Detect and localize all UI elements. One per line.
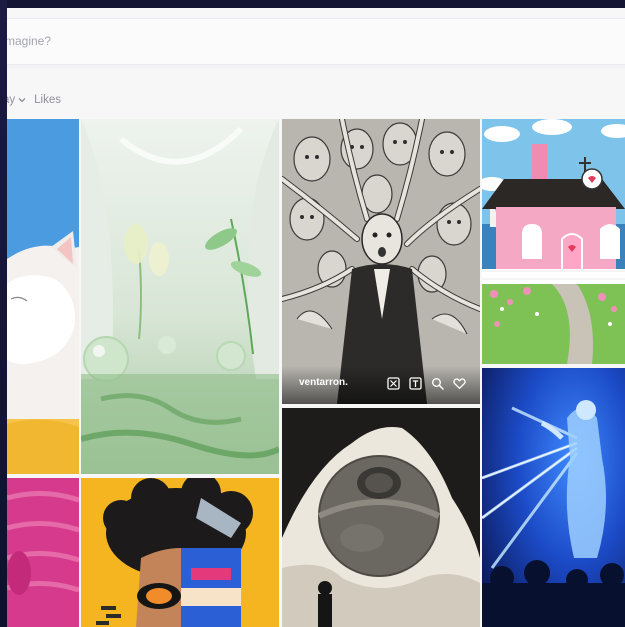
search-input[interactable] (7, 27, 605, 55)
remix-icon[interactable] (387, 377, 400, 390)
sort-dropdown-label: ay (7, 94, 16, 106)
image-action-bar (387, 377, 466, 390)
sort-dropdown[interactable]: ay (7, 94, 26, 106)
gallery-image-green-glass[interactable] (81, 119, 279, 474)
chevron-down-icon (18, 98, 26, 103)
filter-bar: ay Likes (7, 92, 61, 108)
gallery-image-concert[interactable] (482, 368, 625, 627)
gallery-image-pink-knit[interactable] (7, 478, 79, 627)
image-grid: ventarron. (7, 119, 625, 627)
gallery-image-pop-art-face[interactable] (81, 478, 279, 627)
gallery-app: ay Likes (7, 8, 625, 627)
window-frame-top (0, 0, 625, 8)
gallery-image-cat[interactable] (7, 119, 79, 474)
gallery-image-hands-artwork[interactable]: ventarron. (282, 119, 480, 404)
heart-icon[interactable] (453, 377, 466, 390)
gallery-image-sphere-ship[interactable] (282, 408, 480, 627)
window-frame-left (0, 0, 7, 627)
search-icon[interactable] (431, 377, 444, 390)
likes-filter[interactable]: Likes (34, 94, 61, 106)
search-bar (7, 18, 625, 65)
prompt-text-icon[interactable] (409, 377, 422, 390)
image-author-username[interactable]: ventarron. (299, 377, 348, 388)
gallery-image-pink-house[interactable] (482, 119, 625, 364)
